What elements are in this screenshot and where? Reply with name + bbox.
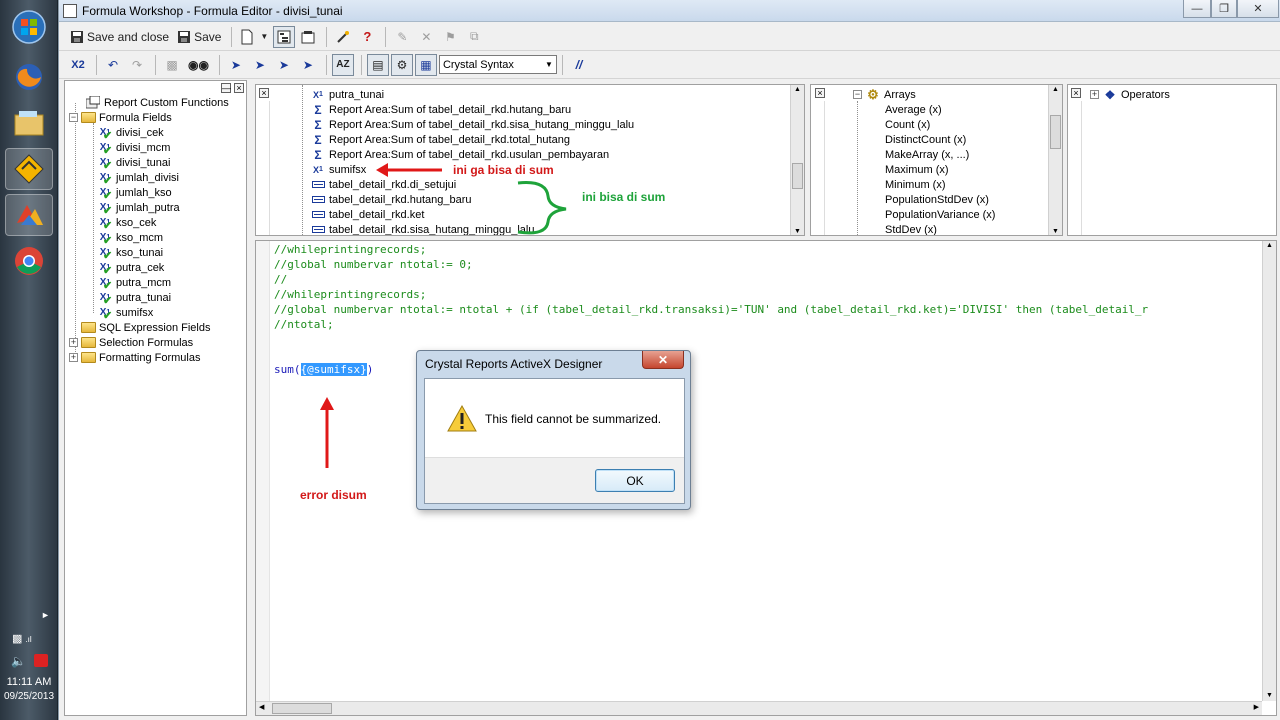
dialog-title: Crystal Reports ActiveX Designer [425, 357, 603, 371]
annotation-error: error disum [300, 488, 367, 502]
dialog-close-button[interactable]: ✕ [642, 351, 684, 369]
dialog-body: This field cannot be summarized. OK [424, 378, 685, 504]
green-brace-icon [517, 181, 567, 235]
red-arrow-left-icon [376, 163, 442, 177]
red-arrow-up-icon [320, 397, 334, 468]
dialog-footer: OK [425, 457, 684, 503]
ok-button[interactable]: OK [595, 469, 675, 492]
warning-icon [447, 405, 477, 432]
annotation-cannot-sum: ini ga bisa di sum [453, 163, 554, 177]
annotation-can-sum: ini bisa di sum [582, 190, 666, 204]
error-dialog: Crystal Reports ActiveX Designer ✕ This … [416, 350, 691, 510]
dialog-message: This field cannot be summarized. [485, 412, 662, 426]
